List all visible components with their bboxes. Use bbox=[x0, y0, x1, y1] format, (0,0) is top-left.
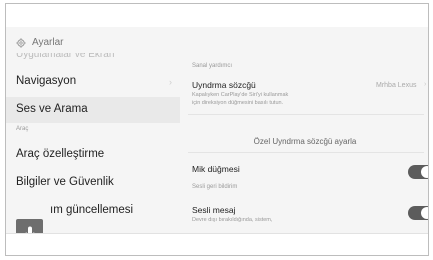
section-title-feedback: Sesli geri bildirim bbox=[192, 184, 238, 190]
divider bbox=[188, 114, 424, 115]
sidebar-item-vehicle-customization[interactable]: Araç özelleştirme bbox=[16, 148, 104, 160]
wake-word-title: Uyndrma sözcğü bbox=[192, 80, 256, 90]
header: Ayarlar bbox=[16, 37, 64, 48]
section-title-assistant: Sanal yardımcı bbox=[192, 63, 233, 69]
sidebar-item-label: Ses ve Arama bbox=[16, 103, 88, 115]
screenshot-frame: Ayarlar Uygulamalar ve Ekran Navigasyon … bbox=[5, 3, 429, 256]
wake-word-value: Mrhba Lexus bbox=[376, 82, 417, 89]
mic-button-toggle[interactable] bbox=[408, 165, 428, 179]
mic-button-title: Mik düğmesi bbox=[192, 164, 240, 174]
main-panel: Sanal yardımcı Uyndrma sözcğü Kapalıyken… bbox=[180, 53, 428, 233]
gear-icon bbox=[16, 37, 26, 48]
sidebar-item-label: Araç özelleştirme bbox=[16, 148, 105, 160]
toggle-knob bbox=[421, 207, 428, 219]
divider bbox=[188, 152, 424, 153]
sidebar-item-label: ım güncellemesi bbox=[50, 204, 134, 216]
sidebar: Uygulamalar ve Ekran Navigasyon › Ses ve… bbox=[6, 53, 180, 233]
top-margin bbox=[6, 4, 428, 27]
chevron-right-icon: › bbox=[424, 81, 427, 88]
sidebar-item-sound-search[interactable]: Ses ve Arama bbox=[6, 97, 180, 123]
settings-screen: Ayarlar Uygulamalar ve Ekran Navigasyon … bbox=[6, 27, 428, 233]
page-title: Ayarlar bbox=[32, 37, 64, 48]
sidebar-category: Araç bbox=[16, 126, 29, 132]
voice-message-title: Sesli mesaj bbox=[192, 205, 236, 215]
sidebar-item-software-update[interactable]: ım güncellemesi bbox=[50, 204, 133, 216]
microphone-icon bbox=[25, 226, 34, 233]
chevron-right-icon: › bbox=[169, 77, 172, 87]
custom-wake-word-button[interactable]: Özel Uyndrma sözcğü ayarla bbox=[180, 137, 428, 146]
sidebar-item-cut[interactable]: Uygulamalar ve Ekran bbox=[16, 53, 114, 60]
sidebar-item-info-security[interactable]: Bilgiler ve Güvenlik bbox=[16, 176, 114, 188]
voice-button[interactable] bbox=[16, 219, 43, 233]
wake-word-desc-2: için direksiyon düğmesini basılı tutun. bbox=[192, 100, 284, 106]
wake-word-desc-1: Kapalıyken CarPlay'de Siri'yi kullanmak bbox=[192, 92, 289, 98]
sidebar-item-navigation[interactable]: Navigasyon bbox=[16, 75, 76, 87]
sidebar-item-label: Navigasyon bbox=[16, 75, 77, 87]
sidebar-item-label: Bilgiler ve Güvenlik bbox=[16, 176, 114, 188]
bottom-margin bbox=[6, 233, 428, 255]
toggle-knob bbox=[421, 166, 428, 178]
voice-message-toggle[interactable] bbox=[408, 206, 428, 220]
voice-message-desc: Devre dışı bırakıldığında, sistem, bbox=[192, 217, 273, 223]
